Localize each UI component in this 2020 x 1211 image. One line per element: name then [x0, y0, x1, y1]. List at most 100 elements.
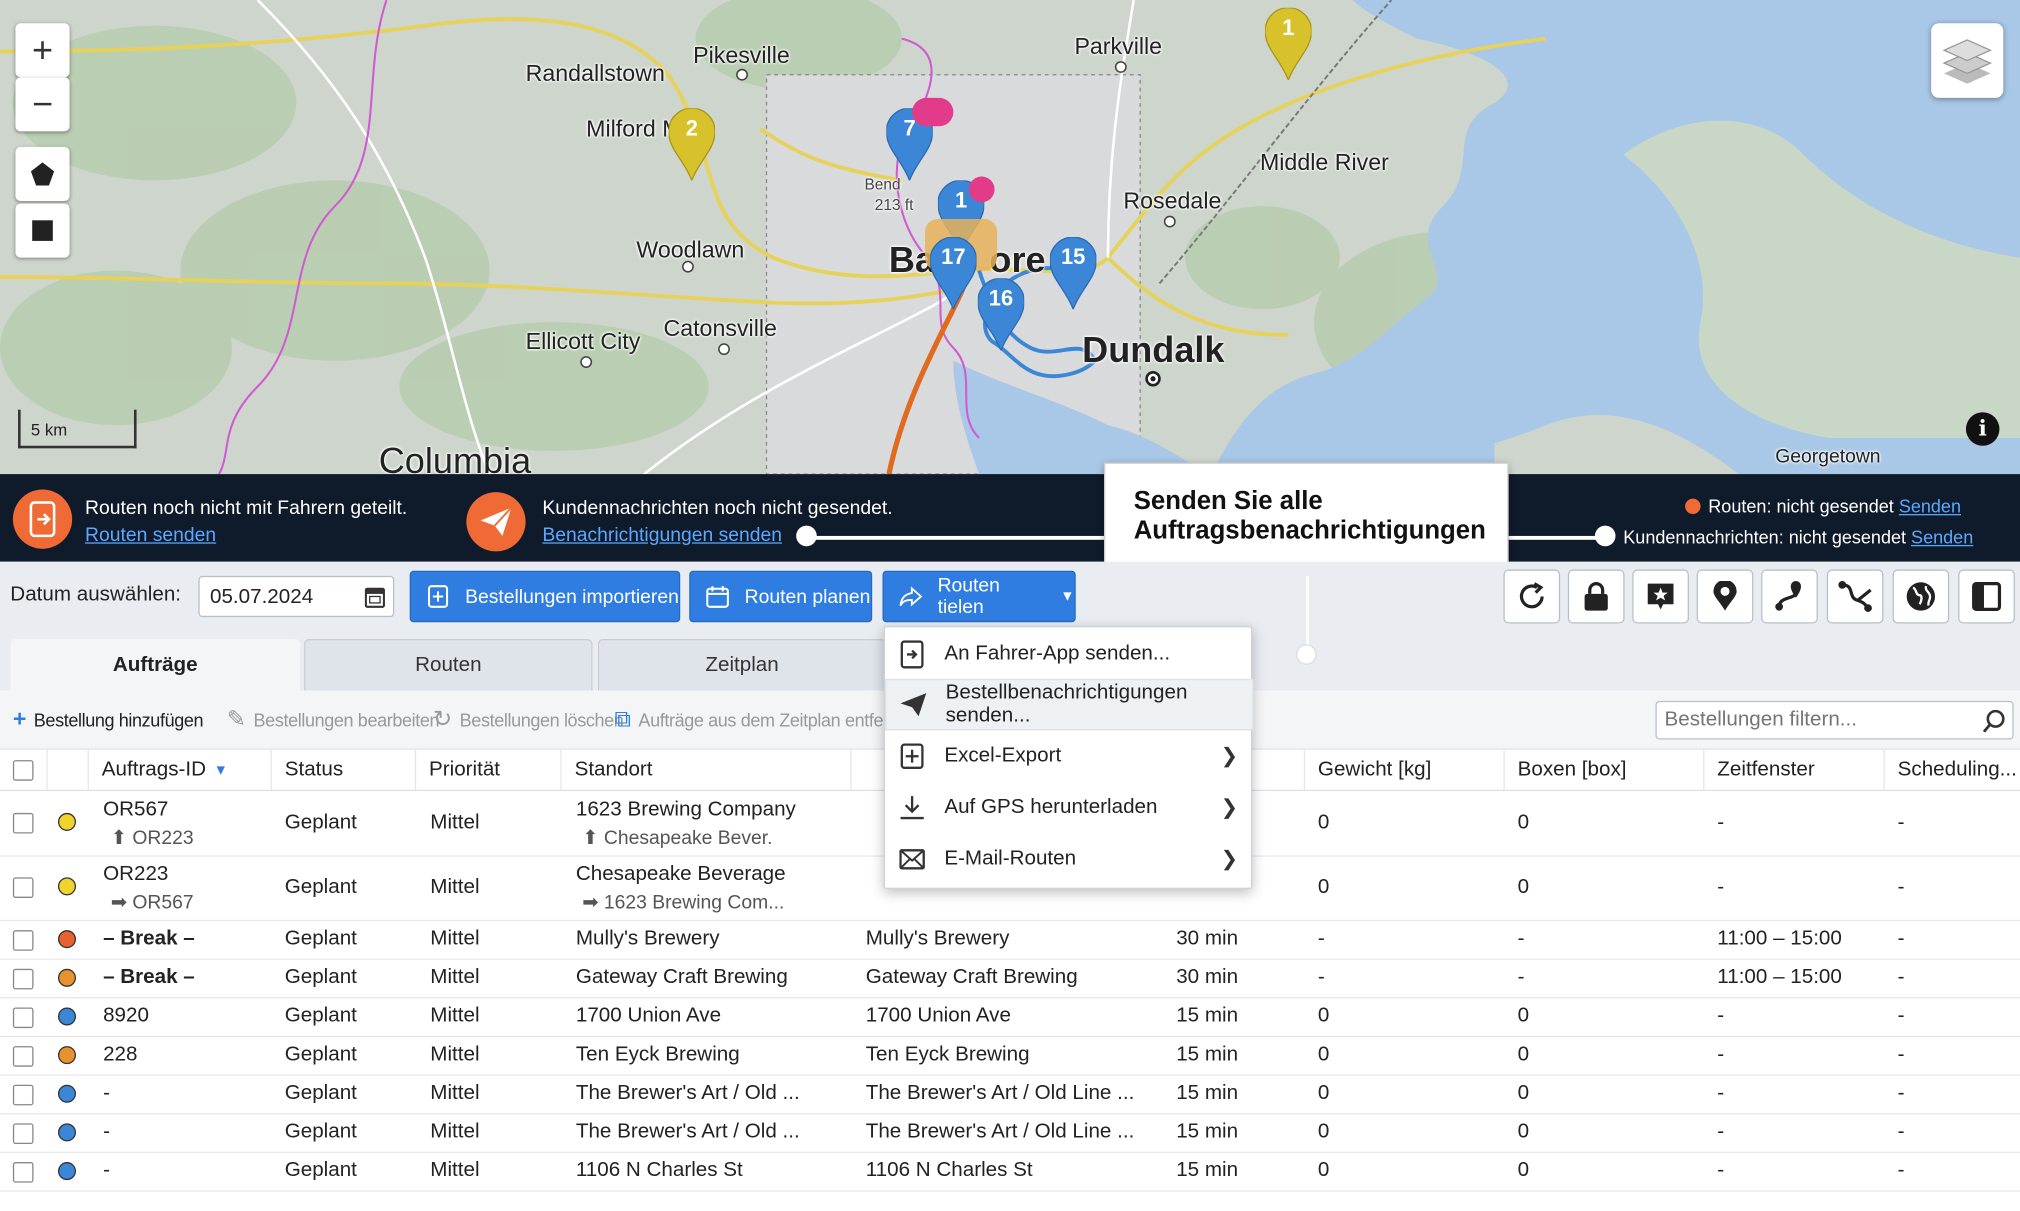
draw-polygon-button[interactable]: [15, 146, 70, 201]
calendar-icon: [706, 586, 729, 608]
download-icon: [898, 794, 926, 822]
map-label-georgetown: Georgetown: [1775, 445, 1881, 468]
layers-button[interactable]: [1931, 23, 2004, 98]
order-status: Geplant: [284, 1082, 357, 1105]
star-message-icon: [1647, 583, 1674, 610]
table-row[interactable]: – Break – Geplant Mittel Gateway Craft B…: [0, 960, 2020, 999]
route-split-button[interactable]: [1826, 569, 1884, 624]
order-boxes: -: [1517, 966, 1525, 989]
row-checkbox[interactable]: [12, 968, 34, 990]
row-checkbox[interactable]: [12, 1007, 34, 1029]
table-row[interactable]: - Geplant Mittel The Brewer's Art / Old …: [0, 1114, 2020, 1154]
column-header-location[interactable]: Standort: [560, 749, 850, 792]
globe-button[interactable]: [1892, 569, 1950, 624]
lock-icon: [1584, 582, 1608, 611]
calendar-icon[interactable]: [364, 585, 386, 608]
send-routes-right-link[interactable]: Senden: [1899, 496, 1961, 517]
route-color-dot: [57, 1084, 77, 1103]
order-scheduling: -: [1897, 1004, 1905, 1027]
callout-line-left: [806, 535, 1106, 540]
column-header-scheduling[interactable]: Scheduling...: [1883, 749, 2020, 792]
share-routes-button[interactable]: Routen tielen ▼: [882, 570, 1076, 623]
column-header-priority[interactable]: Priorität: [414, 749, 561, 792]
sort-desc-icon: ▼: [213, 762, 228, 779]
order-address: The Brewer's Art / Old Line ...: [865, 1120, 1135, 1143]
order-duration: 15 min: [1176, 1043, 1239, 1066]
table-row[interactable]: – Break – Geplant Mittel Mully's Brewery…: [0, 921, 2020, 960]
filter-orders-input[interactable]: [1656, 702, 1979, 739]
refresh-icon: [1519, 582, 1544, 609]
menu-item-download-gps[interactable]: Auf GPS herunterladen ❯: [885, 782, 1253, 834]
chevron-right-icon: ❯: [1220, 745, 1239, 768]
zoom-out-button[interactable]: −: [15, 77, 70, 132]
row-checkbox[interactable]: [12, 877, 34, 898]
send-notifications-link[interactable]: Benachrichtigungen senden: [542, 524, 782, 546]
table-row[interactable]: - Geplant Mittel 1106 N Charles St 1106 …: [0, 1153, 2020, 1192]
map-marker[interactable]: 16: [977, 277, 1025, 353]
remove-from-schedule-button[interactable]: ⧉ Aufträge aus dem Zeitplan entfernen: [615, 706, 919, 733]
route-button[interactable]: [1761, 569, 1818, 624]
order-address: 1106 N Charles St: [865, 1159, 1033, 1182]
column-header-status[interactable]: Status: [270, 749, 415, 792]
row-checkbox[interactable]: [12, 930, 34, 951]
tab-orders[interactable]: Aufträge: [10, 638, 301, 691]
order-address: 1700 Union Ave: [865, 1004, 1011, 1027]
route-color-dot: [57, 812, 77, 831]
edit-orders-button[interactable]: ✎ Bestellungen bearbeiten: [227, 706, 440, 733]
plan-routes-button[interactable]: Routen planen: [689, 570, 873, 623]
info-icon[interactable]: i: [1965, 412, 2000, 446]
row-checkbox[interactable]: [12, 1123, 34, 1145]
order-id: 8920: [103, 1004, 149, 1027]
delete-orders-button[interactable]: ↻ Bestellungen löschen: [433, 706, 624, 733]
bookmark-button[interactable]: [1632, 569, 1689, 624]
order-id: -: [103, 1120, 110, 1143]
menu-item-email-routes[interactable]: E-Mail-Routen ❯: [885, 834, 1253, 886]
row-checkbox[interactable]: [12, 812, 34, 834]
add-order-button[interactable]: + Bestellung hinzufügen: [13, 706, 204, 733]
column-header-boxes[interactable]: Boxen [box]: [1503, 749, 1703, 792]
sidebar-toggle-button[interactable]: [1958, 569, 2015, 624]
order-status: Geplant: [284, 876, 357, 898]
column-header-id[interactable]: Auftrags-ID ▼: [87, 749, 271, 792]
map-marker[interactable]: 2: [667, 107, 716, 183]
map-marker[interactable]: 1: [1264, 7, 1313, 82]
lock-button[interactable]: [1567, 569, 1625, 624]
table-row[interactable]: 8920 Geplant Mittel 1700 Union Ave 1700 …: [0, 998, 2020, 1038]
tab-schedule[interactable]: Zeitplan: [597, 638, 887, 691]
table-row[interactable]: - Geplant Mittel The Brewer's Art / Old …: [0, 1076, 2020, 1115]
location-button[interactable]: [1696, 569, 1754, 624]
search-icon[interactable]: [1981, 709, 2007, 735]
map-marker[interactable]: 15: [1049, 236, 1097, 312]
map-label-pikesville: Pikesville: [693, 42, 790, 69]
column-header-timewindow[interactable]: Zeitfenster: [1703, 749, 1883, 792]
tab-routes[interactable]: Routen: [304, 638, 593, 691]
zoom-in-button[interactable]: +: [15, 23, 70, 78]
table-row[interactable]: 228 Geplant Mittel Ten Eyck Brewing Ten …: [0, 1037, 2020, 1076]
order-id: – Break –: [103, 966, 195, 989]
select-all-checkbox[interactable]: [12, 760, 34, 781]
send-customer-right-link[interactable]: Senden: [1911, 527, 1973, 548]
chat-bubble-icon: [912, 97, 954, 127]
filter-input-box[interactable]: [1655, 700, 2014, 740]
date-value: 05.07.2024: [209, 586, 314, 609]
menu-item-send-to-driver-app[interactable]: An Fahrer-App senden...: [885, 629, 1253, 681]
row-checkbox[interactable]: [12, 1084, 34, 1106]
order-timewindow: 11:00 – 15:00: [1717, 966, 1842, 989]
row-checkbox[interactable]: [12, 1046, 34, 1067]
send-routes-link[interactable]: Routen senden: [85, 524, 216, 546]
draw-rectangle-button[interactable]: [15, 203, 70, 258]
order-scheduling: -: [1897, 1082, 1905, 1105]
order-location: The Brewer's Art / Old ...: [575, 1082, 800, 1105]
menu-item-send-order-notifications[interactable]: Bestellbenachrichtigungen senden...: [885, 678, 1254, 731]
refresh-button[interactable]: [1503, 569, 1561, 624]
map-view[interactable]: Randallstown Pikesville Parkville Milfor…: [0, 0, 2020, 475]
import-orders-button[interactable]: Bestellungen importieren: [409, 570, 681, 623]
order-priority: Mittel: [430, 876, 480, 898]
menu-item-excel-export[interactable]: Excel-Export ❯: [885, 730, 1253, 782]
column-header-weight[interactable]: Gewicht [kg]: [1303, 749, 1504, 792]
row-checkbox[interactable]: [12, 1162, 34, 1183]
map-marker[interactable]: 17: [929, 236, 978, 312]
order-weight: 0: [1317, 1043, 1330, 1066]
order-weight: 0: [1317, 1082, 1330, 1105]
date-input[interactable]: 05.07.2024: [198, 575, 395, 618]
